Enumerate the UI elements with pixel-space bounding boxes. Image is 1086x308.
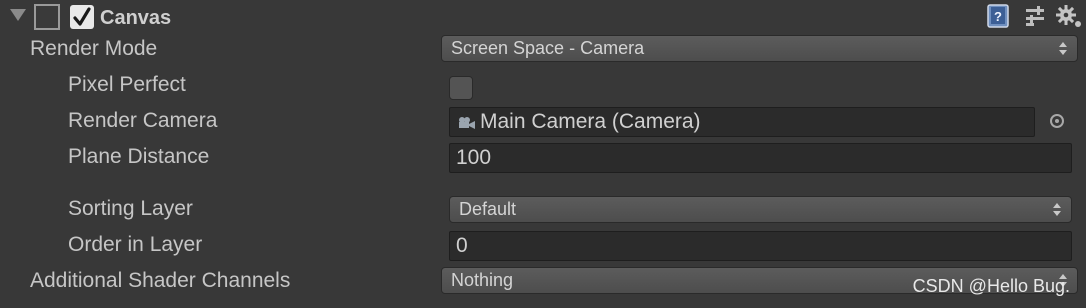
render-camera-value: Main Camera (Camera)	[480, 110, 701, 133]
plane-distance-label: Plane Distance	[68, 145, 210, 168]
component-title: Canvas	[100, 7, 172, 29]
watermark-text: CSDN @Hello Bug.	[912, 276, 1070, 296]
checkmark-icon	[73, 7, 91, 26]
gear-icon[interactable]	[1056, 4, 1084, 28]
render-camera-label: Render Camera	[68, 109, 218, 132]
order-in-layer-input[interactable]: 0	[449, 231, 1072, 261]
object-picker-target-icon[interactable]	[1050, 114, 1064, 128]
render-mode-value: Screen Space - Camera	[451, 38, 645, 58]
camera-icon	[459, 117, 475, 129]
pixel-perfect-label: Pixel Perfect	[68, 73, 186, 96]
sliders-icon[interactable]	[1024, 4, 1046, 28]
order-in-layer-label: Order in Layer	[68, 233, 203, 256]
component-enabled-checkbox[interactable]	[70, 5, 94, 29]
additional-shader-channels-label: Additional Shader Channels	[30, 269, 291, 292]
sorting-layer-label: Sorting Layer	[68, 197, 193, 220]
sorting-layer-dropdown[interactable]: Default	[449, 196, 1072, 223]
sorting-layer-value: Default	[459, 199, 517, 219]
canvas-component-icon	[34, 4, 60, 30]
foldout-triangle-icon[interactable]	[10, 9, 26, 21]
render-mode-dropdown[interactable]: Screen Space - Camera	[441, 35, 1078, 62]
render-mode-label: Render Mode	[30, 37, 158, 60]
render-camera-field[interactable]: Main Camera (Camera)	[449, 107, 1035, 137]
svg-text:?: ?	[994, 9, 1002, 24]
help-book-icon[interactable]: ?	[986, 4, 1010, 28]
dropdown-arrows-icon	[1053, 202, 1061, 218]
pixel-perfect-checkbox[interactable]	[449, 76, 473, 100]
additional-shader-channels-value: Nothing	[451, 270, 514, 290]
dropdown-arrows-icon	[1059, 41, 1067, 57]
plane-distance-input[interactable]: 100	[449, 143, 1072, 173]
